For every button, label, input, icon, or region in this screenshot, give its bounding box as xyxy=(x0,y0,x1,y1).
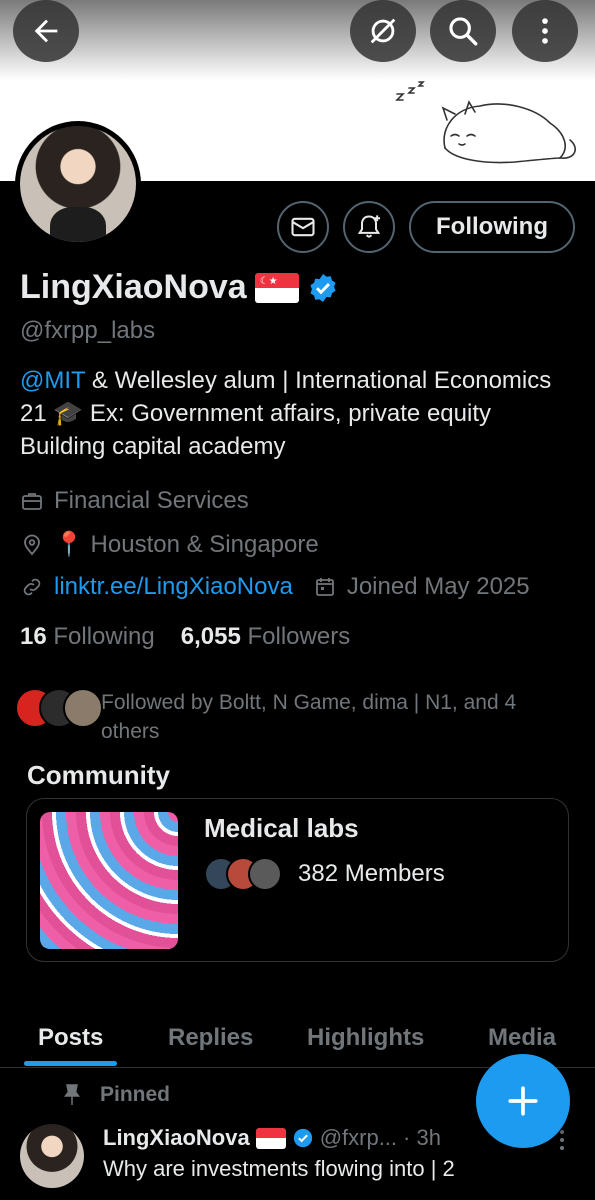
compose-plus-icon xyxy=(508,1086,538,1116)
profile-avatar[interactable] xyxy=(15,121,141,247)
message-button[interactable] xyxy=(277,201,329,253)
more-options-button[interactable] xyxy=(512,0,578,62)
bio-mention-link[interactable]: @MIT xyxy=(20,367,85,394)
post-author-handle: @fxrp... xyxy=(319,1125,398,1150)
post-header: LingXiaoNova @fxrp... · 3h xyxy=(103,1125,441,1151)
community-members: 382 Members xyxy=(204,857,445,891)
calendar-icon xyxy=(315,578,334,596)
pinned-label: Pinned xyxy=(100,1083,171,1106)
pin-icon xyxy=(64,1084,80,1105)
mail-icon xyxy=(291,217,315,237)
profile-handle: @fxrpp_labs xyxy=(20,317,156,344)
post-author-name[interactable]: LingXiaoNova xyxy=(103,1125,250,1151)
following-stat[interactable]: 16 Following xyxy=(20,623,155,651)
cat-sketch-illustration xyxy=(395,81,576,164)
profile-location: 📍 Houston & Singapore xyxy=(20,530,319,559)
community-card[interactable]: Medical labs 382 Members xyxy=(26,798,569,962)
more-vertical-icon xyxy=(542,18,548,44)
profile-bio: @MIT & Wellesley alum | International Ec… xyxy=(20,364,580,463)
post-text[interactable]: Why are investments flowing into | 2 xyxy=(103,1156,455,1182)
followers-stat[interactable]: 6,055 Followers xyxy=(181,623,350,651)
bio-text: & Wellesley alum | International Economi… xyxy=(20,367,552,460)
notifications-button[interactable] xyxy=(343,201,395,253)
community-section-title: Community xyxy=(27,760,170,790)
active-tab-indicator xyxy=(24,1061,117,1066)
back-arrow-icon xyxy=(34,19,58,43)
verified-badge-icon[interactable] xyxy=(307,272,339,304)
category-text: Financial Services xyxy=(54,487,249,514)
website-link[interactable]: linktr.ee/LingXiaoNova xyxy=(54,573,293,601)
profile-name: LingXiaoNova xyxy=(20,268,247,306)
back-button[interactable] xyxy=(13,0,79,62)
location-text: 📍 Houston & Singapore xyxy=(54,531,319,558)
location-icon xyxy=(24,534,40,555)
verified-badge-icon xyxy=(293,1128,312,1148)
post-time: · 3h xyxy=(403,1125,441,1150)
avatar-image xyxy=(20,126,136,242)
followed-by-row[interactable]: Followed by Boltt, N Game, dima | N1, an… xyxy=(15,688,561,746)
joined-date: Joined May 2025 xyxy=(346,573,530,600)
profile-stats: 16 Following 6,055 Followers xyxy=(20,623,350,651)
link-icon xyxy=(23,578,41,596)
followed-by-text: Followed by Boltt, N Game, dima | N1, an… xyxy=(101,691,517,743)
members-count: 382 Members xyxy=(298,860,445,887)
search-button[interactable] xyxy=(430,0,496,62)
search-icon xyxy=(449,17,478,46)
profile-category: Financial Services xyxy=(20,487,249,515)
pinned-label-row: Pinned xyxy=(62,1083,170,1107)
hide-button[interactable] xyxy=(350,0,416,62)
singapore-flag-icon: ☾★ xyxy=(254,272,299,303)
post-avatar[interactable] xyxy=(20,1124,84,1188)
hide-icon xyxy=(370,18,396,44)
tab-highlights[interactable]: Highlights xyxy=(307,1008,424,1068)
tab-posts[interactable]: Posts xyxy=(38,1008,103,1068)
compose-button[interactable] xyxy=(476,1054,570,1148)
community-name: Medical labs xyxy=(204,813,359,843)
tab-replies[interactable]: Replies xyxy=(168,1008,253,1068)
notification-bell-icon xyxy=(357,215,381,238)
briefcase-icon xyxy=(22,493,42,510)
profile-name-row: LingXiaoNova ☾★ xyxy=(20,268,339,307)
singapore-flag-icon xyxy=(255,1127,286,1149)
following-button[interactable]: Following xyxy=(409,201,575,253)
avatar xyxy=(248,857,282,891)
follower-facepile xyxy=(15,688,103,728)
profile-website-joined: linktr.ee/LingXiaoNova Joined May 2025 xyxy=(20,573,530,601)
community-image xyxy=(40,812,178,949)
avatar xyxy=(63,688,103,728)
